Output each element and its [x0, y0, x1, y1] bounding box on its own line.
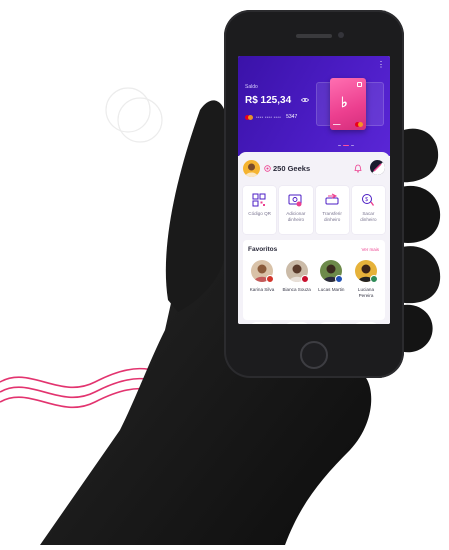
qr-code-icon	[252, 193, 266, 207]
withdraw-icon: $	[361, 194, 374, 206]
bank-badge-icon	[300, 275, 309, 283]
action-label: Sacar dinheiro	[360, 211, 377, 222]
see-more-link[interactable]: Ver mais	[361, 247, 379, 252]
card-brand-logo-icon: ♭	[341, 94, 348, 110]
card-number-last: 5347	[286, 114, 298, 120]
balance-label: Saldo	[245, 84, 258, 90]
action-add-money[interactable]: Adicionar dinheiro	[279, 186, 313, 234]
mastercard-icon	[355, 122, 363, 127]
transfer-icon	[325, 193, 338, 205]
card-chip-icon	[357, 82, 362, 87]
credit-card[interactable]: ♭ ▬▬▬	[330, 78, 366, 130]
quick-actions: Código QR Adicionar dinheiro Transferir …	[243, 186, 385, 234]
smartphone: ⋮ Saldo R$ 125,34 **** **** **** 5347 ♭ …	[224, 10, 404, 378]
contact-name: Luciana Pereira	[357, 287, 375, 298]
geeks-balance: 250 Geeks	[273, 164, 311, 173]
home-button[interactable]	[300, 341, 328, 369]
balance-header: ⋮ Saldo R$ 125,34 **** **** **** 5347 ♭ …	[238, 56, 390, 156]
bottom-cards-peek	[243, 322, 385, 324]
main-content: 250 Geeks Código QR Adicionar dinheiro T…	[238, 152, 390, 324]
action-transfer[interactable]: Transferir dinheiro	[315, 186, 349, 234]
favorites-title: Favoritos	[248, 246, 278, 253]
earpiece	[296, 34, 332, 38]
svg-text:$: $	[365, 197, 368, 203]
eye-icon[interactable]	[301, 97, 309, 103]
front-camera	[338, 32, 344, 38]
app-screen: ⋮ Saldo R$ 125,34 **** **** **** 5347 ♭ …	[238, 56, 390, 324]
favorite-contact[interactable]: Bianca Souza	[282, 260, 312, 316]
card-number-masked: **** **** ****	[256, 114, 282, 120]
favorite-contact[interactable]: Luciana Pereira	[351, 260, 381, 316]
card-brand-mark: ▬▬▬	[333, 123, 341, 126]
bank-badge-icon	[369, 275, 378, 283]
action-label: Transferir dinheiro	[322, 211, 342, 222]
bank-badge-icon	[266, 275, 274, 283]
contact-name: Karina Silva	[249, 287, 275, 292]
action-withdraw[interactable]: $ Sacar dinheiro	[351, 186, 385, 234]
favorites-list: Karina Silva Bianca Souza Lucas Martin L…	[247, 260, 381, 316]
mastercard-icon	[245, 114, 253, 120]
action-label: Adicionar dinheiro	[286, 211, 306, 222]
coin-icon	[264, 165, 271, 172]
balance-value: R$ 125,34	[245, 95, 292, 106]
action-qr-code[interactable]: Código QR	[243, 186, 277, 234]
add-money-icon	[288, 194, 302, 207]
carousel-indicator	[338, 145, 354, 146]
bell-icon[interactable]	[354, 164, 362, 173]
card-number-line: **** **** **** 5347	[245, 114, 297, 120]
action-label: Código QR	[248, 211, 271, 216]
contact-name: Bianca Souza	[282, 287, 311, 292]
bank-badge-icon	[335, 275, 344, 283]
contact-name: Lucas Martin	[318, 287, 345, 292]
favorite-contact[interactable]: Lucas Martin	[316, 260, 346, 316]
geeks-row: 250 Geeks	[243, 160, 385, 180]
user-avatar[interactable]	[243, 160, 260, 177]
more-vertical-icon[interactable]: ⋮	[377, 61, 385, 69]
favorites-panel: Favoritos Ver mais Karina Silva Bianca S…	[243, 240, 385, 320]
theme-toggle-button[interactable]	[370, 160, 385, 175]
favorite-contact[interactable]: Karina Silva	[247, 260, 277, 316]
